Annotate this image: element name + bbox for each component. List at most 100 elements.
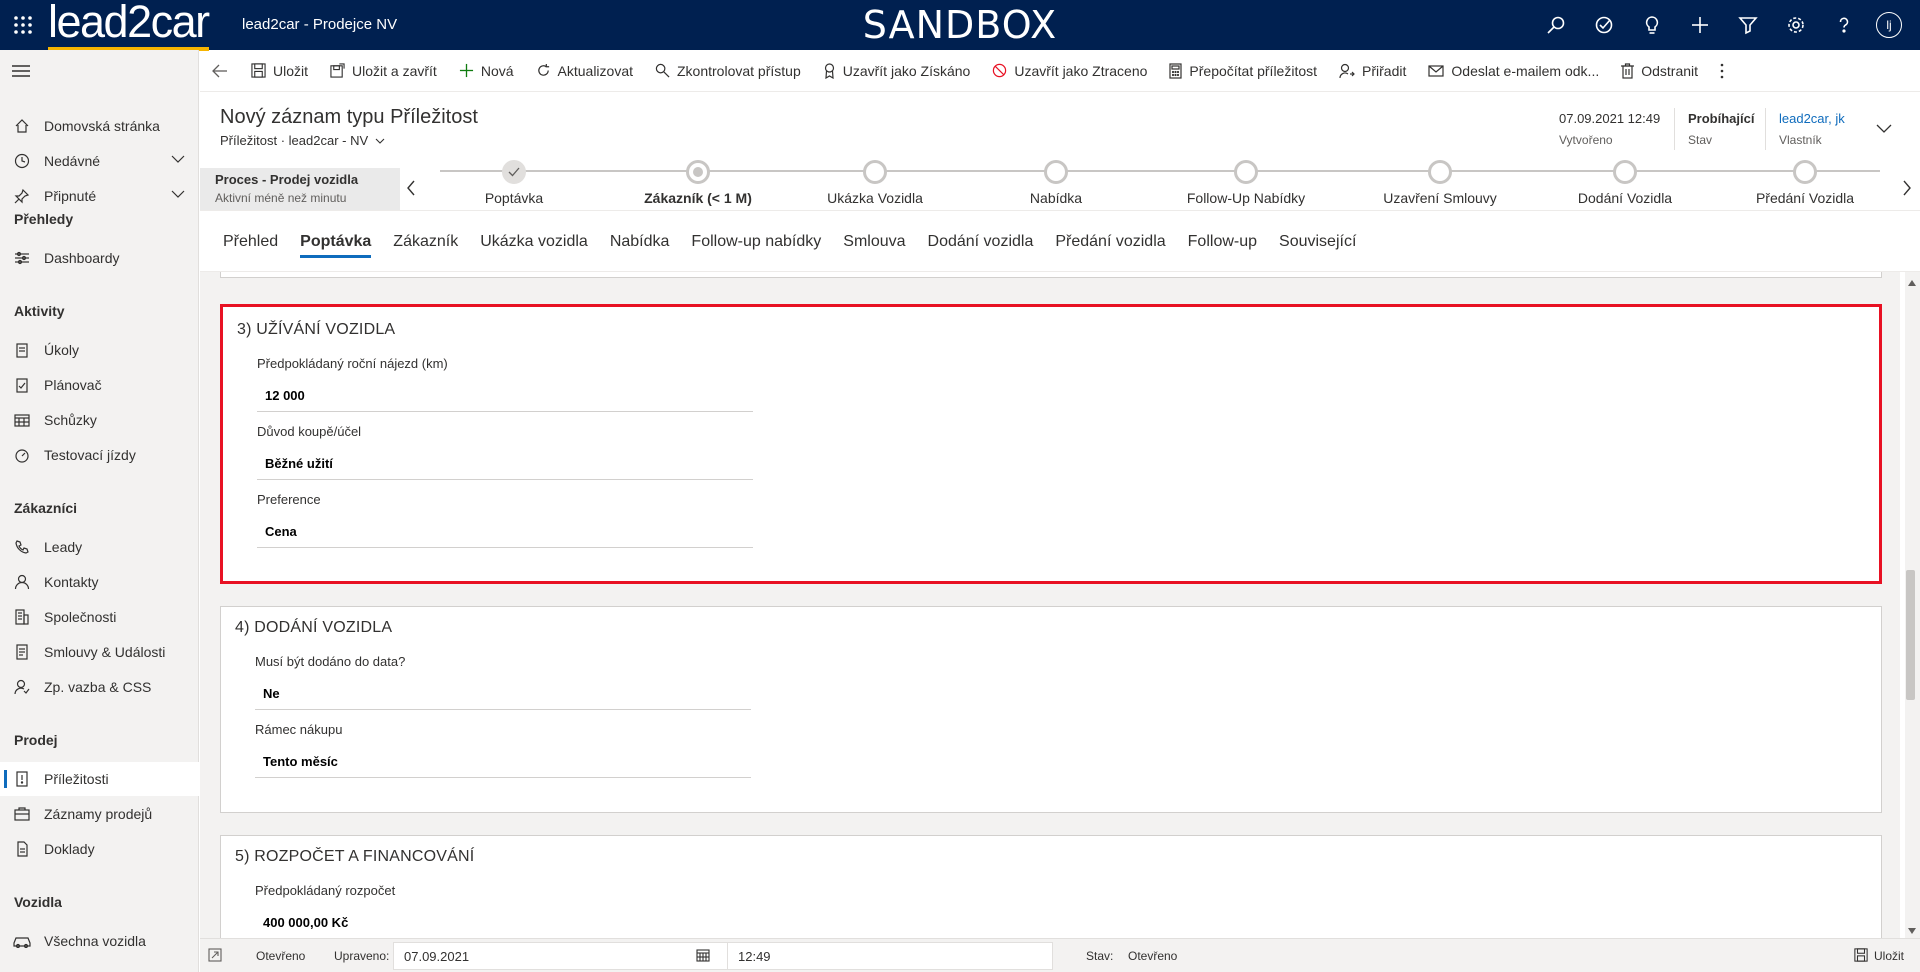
sidebar-item-recent[interactable]: Nedávné	[0, 144, 199, 178]
save-button[interactable]: Uložit	[240, 50, 319, 92]
field-delivery-by-date[interactable]: Musí být dodáno do data? Ne	[255, 654, 751, 710]
filter-icon[interactable]	[1724, 0, 1772, 50]
field-value[interactable]: Běžné užití	[265, 456, 333, 471]
more-commands-icon[interactable]	[1709, 50, 1735, 92]
tab-inquiry[interactable]: Poptávka	[289, 212, 382, 272]
header-separator	[1765, 108, 1766, 150]
sidebar-item-tasks[interactable]: Úkoly	[0, 333, 199, 367]
owner-link[interactable]: lead2car, jk	[1779, 111, 1845, 126]
gear-icon[interactable]	[1772, 0, 1820, 50]
tab-offer[interactable]: Nabídka	[599, 212, 681, 272]
check-access-button[interactable]: Zkontrolovat přístup	[644, 50, 812, 92]
field-preference[interactable]: Preference Cena	[257, 492, 753, 548]
sidebar-item-planner[interactable]: Plánovač	[0, 368, 199, 402]
sidebar-item-pinned[interactable]: Připnuté	[0, 179, 199, 213]
hamburger-menu-icon[interactable]	[12, 64, 30, 78]
record-state: Otevřeno	[256, 949, 306, 963]
app-name[interactable]: lead2car - Prodejce NV	[242, 16, 397, 33]
status-save-button[interactable]: Uložit	[1874, 949, 1904, 963]
field-label: Preference	[257, 492, 321, 507]
tab-vehicle-delivery[interactable]: Dodání vozidla	[917, 212, 1045, 272]
field-purchase-timeframe[interactable]: Rámec nákupu Tento měsíc	[255, 722, 751, 778]
sidebar-item-contacts[interactable]: Kontakty	[0, 565, 199, 599]
save-icon[interactable]	[1854, 948, 1868, 962]
field-value[interactable]: 12 000	[265, 388, 305, 403]
app-launcher-icon[interactable]	[12, 14, 34, 36]
user-avatar[interactable]: lj	[1876, 12, 1902, 38]
close-as-lost-button[interactable]: Uzavřít jako Ztraceno	[981, 50, 1158, 92]
clock-icon	[12, 153, 32, 169]
sidebar-item-home[interactable]: Domovská stránka	[0, 109, 199, 143]
stage-vehicle-demo[interactable]: Ukázka Vozidla	[785, 160, 965, 206]
tab-contract[interactable]: Smlouva	[832, 212, 916, 272]
tab-offer-follow-up[interactable]: Follow-up nabídky	[680, 212, 832, 272]
stage-marker	[1613, 160, 1637, 184]
tab-vehicle-demo[interactable]: Ukázka vozidla	[469, 212, 599, 272]
sidebar-item-companies[interactable]: Společnosti	[0, 600, 199, 634]
scrollbar-thumb[interactable]	[1906, 570, 1915, 700]
delete-button[interactable]: Odstranit	[1610, 50, 1709, 92]
sidebar-item-test-drives[interactable]: Testovací jízdy	[0, 438, 199, 472]
help-icon[interactable]	[1820, 0, 1868, 50]
stage-offer[interactable]: Nabídka	[966, 160, 1146, 206]
tab-customer[interactable]: Zákazník	[382, 212, 469, 272]
calendar-icon	[12, 412, 32, 428]
owner-label: Vlastník	[1779, 133, 1822, 147]
open-in-new-window-icon[interactable]	[208, 948, 222, 962]
sidebar-item-opportunities[interactable]: Příležitosti	[0, 762, 199, 796]
assign-button[interactable]: Přiřadit	[1328, 50, 1417, 92]
field-value[interactable]: Ne	[263, 686, 280, 701]
field-purchase-reason[interactable]: Důvod koupě/účel Běžné užití	[257, 424, 753, 480]
field-value[interactable]: Tento měsíc	[263, 754, 338, 769]
tab-follow-up[interactable]: Follow-up	[1177, 212, 1268, 272]
field-value[interactable]: Cena	[265, 524, 297, 539]
save-and-close-button[interactable]: Uložit a zavřít	[319, 50, 448, 92]
chevron-right-icon[interactable]	[1902, 180, 1912, 196]
tab-overview[interactable]: Přehled	[212, 212, 289, 272]
sidebar-item-leads[interactable]: Leady	[0, 530, 199, 564]
tab-related[interactable]: Související	[1268, 212, 1367, 272]
stage-handover[interactable]: Předání Vozidla	[1715, 160, 1895, 206]
recalculate-button[interactable]: Přepočítat příležitost	[1158, 50, 1328, 92]
chevron-left-icon[interactable]	[406, 180, 416, 196]
chevron-down-icon[interactable]	[171, 189, 185, 199]
close-as-won-button[interactable]: Uzavřít jako Získáno	[812, 50, 982, 92]
lightbulb-icon[interactable]	[1628, 0, 1676, 50]
stage-offer-follow-up[interactable]: Follow-Up Nabídky	[1156, 160, 1336, 206]
chevron-down-icon[interactable]	[375, 138, 385, 145]
field-value[interactable]: 400 000,00 Kč	[263, 915, 348, 930]
sidebar-item-vehicles[interactable]: Všechna vozidla	[0, 924, 199, 958]
person-icon	[12, 574, 32, 590]
task-check-icon[interactable]	[1580, 0, 1628, 50]
sidebar-item-documents[interactable]: Doklady	[0, 832, 199, 866]
modified-time-field[interactable]: 12:49	[727, 942, 1053, 970]
email-link-button[interactable]: Odeslat e-mailem odk...	[1417, 50, 1610, 92]
scroll-down-arrow-icon[interactable]	[1908, 928, 1916, 934]
form-selector[interactable]: lead2car - NV	[289, 133, 368, 148]
calendar-icon[interactable]	[696, 948, 710, 962]
stage-label: Zákazník (< 1 M)	[644, 190, 752, 206]
sidebar-item-feedback[interactable]: Zp. vazba & CSS	[0, 670, 199, 704]
stage-marker	[1793, 160, 1817, 184]
chevron-down-icon[interactable]	[171, 154, 185, 164]
scroll-up-arrow-icon[interactable]	[1908, 280, 1916, 286]
sidebar-item-dashboards[interactable]: Dashboardy	[0, 241, 199, 275]
tab-vehicle-handover[interactable]: Předání vozidla	[1044, 212, 1176, 272]
stage-inquiry[interactable]: Poptávka	[424, 160, 604, 206]
new-button[interactable]: Nová	[448, 50, 525, 92]
plus-icon[interactable]	[1676, 0, 1724, 50]
sidebar-item-contracts[interactable]: Smlouvy & Události	[0, 635, 199, 669]
stage-delivery[interactable]: Dodání Vozidla	[1535, 160, 1715, 206]
stage-contract[interactable]: Uzavření Smlouvy	[1350, 160, 1530, 206]
stage-marker	[1044, 160, 1068, 184]
process-info[interactable]: Proces - Prodej vozidla Aktivní méně než…	[200, 168, 400, 210]
sidebar-item-sales-records[interactable]: Záznamy prodejů	[0, 797, 199, 831]
stage-customer[interactable]: Zákazník (< 1 M)	[608, 160, 788, 206]
field-annual-mileage[interactable]: Předpokládaný roční nájezd (km) 12 000	[257, 356, 753, 412]
field-expected-budget[interactable]: Předpokládaný rozpočet 400 000,00 Kč	[255, 883, 751, 938]
back-button[interactable]	[200, 50, 240, 92]
header-expand-chevron-icon[interactable]	[1876, 124, 1892, 134]
refresh-button[interactable]: Aktualizovat	[525, 50, 644, 92]
sidebar-item-meetings[interactable]: Schůzky	[0, 403, 199, 437]
search-icon[interactable]	[1532, 0, 1580, 50]
